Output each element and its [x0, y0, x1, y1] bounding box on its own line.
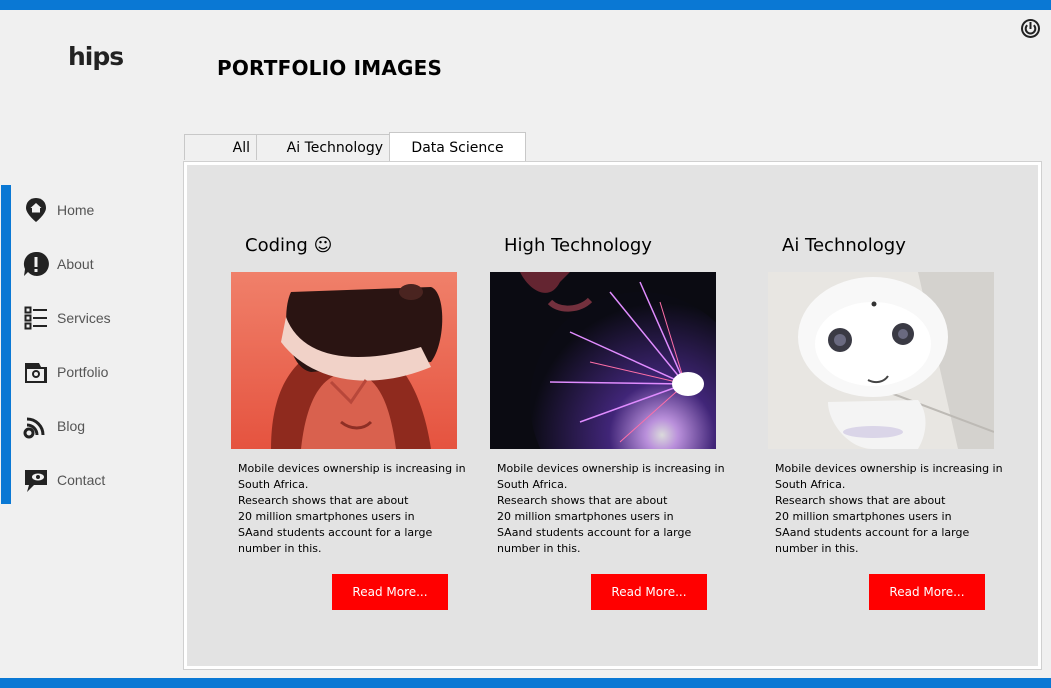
sidebar-item-contact[interactable]: Contact [23, 465, 173, 495]
card-description: Mobile devices ownership is increasing i… [497, 462, 725, 555]
sidebar-item-label: Contact [57, 472, 106, 488]
card-description: Mobile devices ownership is increasing i… [775, 462, 1003, 555]
vr-headset-photo [231, 272, 457, 449]
read-more-button[interactable]: Read More... [332, 574, 448, 610]
list-icon [23, 305, 49, 331]
sidebar-item-label: About [57, 256, 94, 272]
chat-eye-icon [23, 467, 49, 493]
card-description: Mobile devices ownership is increasing i… [238, 462, 466, 555]
tab-label: Ai Technology [286, 139, 383, 156]
sidebar-item-label: Blog [57, 418, 86, 434]
info-alert-icon [23, 251, 49, 277]
top-accent-bar [0, 0, 1051, 10]
sidebar-item-label: Home [57, 202, 95, 218]
tab-label: All [232, 139, 250, 156]
camera-icon [23, 359, 49, 385]
content-panel: Coding ☺ Mobile devices ownership is inc… [183, 161, 1042, 670]
card-title: Ai Technology [782, 235, 906, 256]
portfolio-card: Coding ☺ Mobile devices ownership is inc… [231, 165, 471, 665]
sidebar-item-blog[interactable]: Blog [23, 411, 173, 441]
bottom-accent-bar [0, 678, 1051, 688]
portfolio-card: Ai Technology Mobile devices ownership i… [768, 165, 1008, 665]
sidebar-accent-bar [1, 185, 11, 504]
sidebar-item-label: Services [57, 310, 111, 326]
card-title: Coding ☺ [245, 235, 333, 256]
card-title: High Technology [504, 235, 652, 256]
sidebar-item-services[interactable]: Services [23, 303, 173, 333]
power-icon[interactable] [1020, 18, 1041, 39]
plasma-ball-photo [490, 272, 716, 449]
home-pin-icon [23, 197, 49, 223]
sidebar: Home About Services Portfolio Blog Conta… [0, 185, 180, 505]
page-title: PORTFOLIO IMAGES [217, 56, 443, 80]
portfolio-card: High Technology Mobile devices ownership… [490, 165, 730, 665]
tab-ai-technology[interactable]: Ai Technology [256, 134, 390, 160]
sidebar-item-portfolio[interactable]: Portfolio [23, 357, 173, 387]
card-grid: Coding ☺ Mobile devices ownership is inc… [187, 165, 1038, 666]
robot-photo [768, 272, 994, 449]
sidebar-item-label: Portfolio [57, 364, 109, 380]
tab-label: Data Science [411, 139, 504, 156]
sidebar-item-about[interactable]: About [23, 249, 173, 279]
blog-feed-icon [23, 413, 49, 439]
logo[interactable]: hips [68, 42, 124, 71]
tab-all[interactable]: All [184, 134, 257, 160]
read-more-button[interactable]: Read More... [869, 574, 985, 610]
sidebar-item-home[interactable]: Home [23, 195, 173, 225]
tab-data-science[interactable]: Data Science [389, 132, 526, 162]
read-more-button[interactable]: Read More... [591, 574, 707, 610]
